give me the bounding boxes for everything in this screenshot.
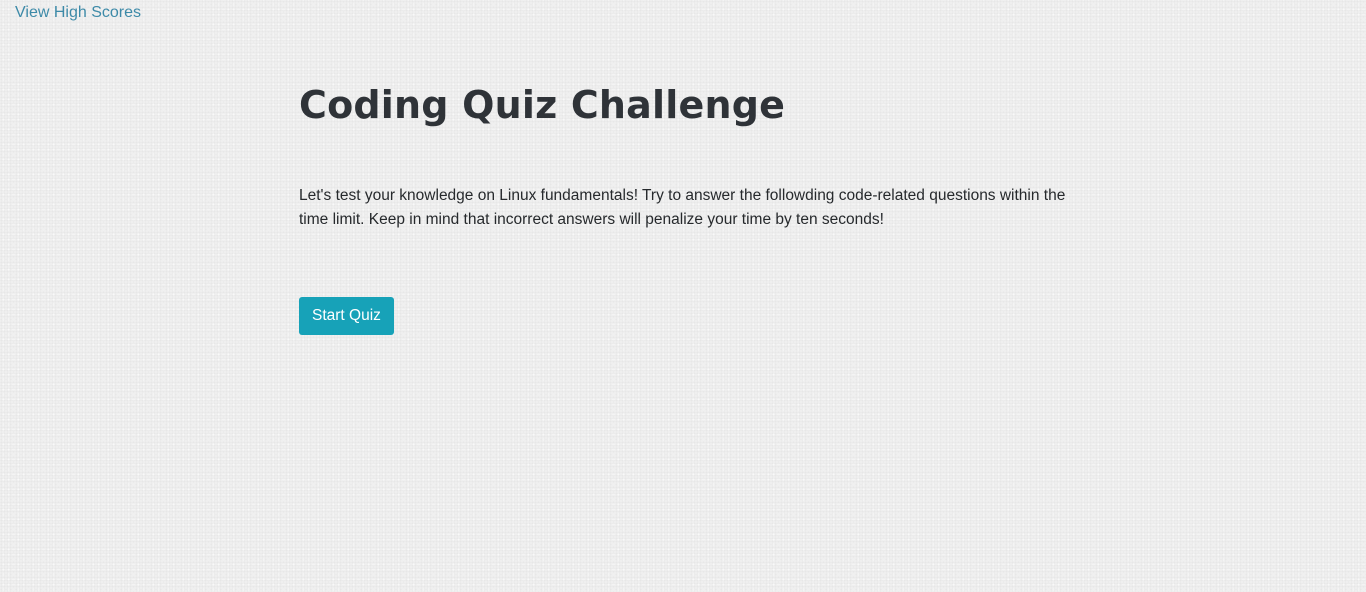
quiz-intro-section: Coding Quiz Challenge Let's test your kn… xyxy=(299,76,1069,335)
view-high-scores-link[interactable]: View High Scores xyxy=(15,3,141,23)
page-title: Coding Quiz Challenge xyxy=(299,83,786,127)
quiz-description: Let's test your knowledge on Linux funda… xyxy=(299,187,1066,228)
start-quiz-button[interactable]: Start Quiz xyxy=(299,297,394,335)
